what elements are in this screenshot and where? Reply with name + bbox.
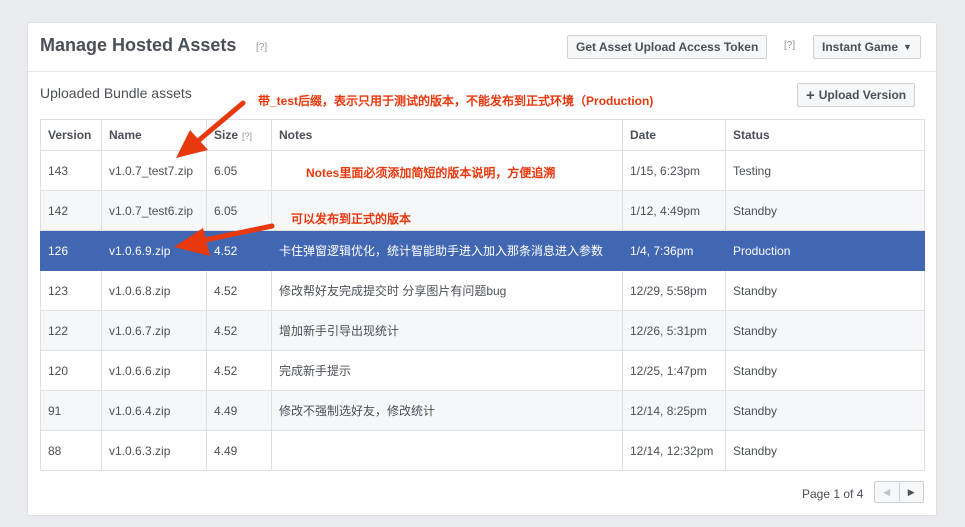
cell-size: 6.05: [206, 150, 272, 191]
column-version[interactable]: Version: [40, 119, 102, 151]
cell-size: 4.52: [206, 270, 272, 311]
section-title: Uploaded Bundle assets: [40, 85, 192, 101]
instant-game-label: Instant Game: [822, 40, 899, 54]
table-row-selected[interactable]: 126 v1.0.6.9.zip 4.52 卡住弹窗逻辑优化，统计智能助手进入加…: [40, 230, 925, 271]
cell-name: v1.0.6.8.zip: [101, 270, 207, 311]
cell-status: Standby: [725, 310, 925, 351]
table-header-row: Version Name Size [?] Notes Date Status: [40, 119, 925, 151]
cell-version: 88: [40, 430, 102, 471]
cell-status: Production: [725, 230, 925, 271]
pagination-buttons: ◀ ▶: [874, 481, 924, 503]
column-name[interactable]: Name: [101, 119, 207, 151]
get-upload-token-button[interactable]: Get Asset Upload Access Token: [567, 35, 768, 59]
chevron-left-icon[interactable]: ◀: [875, 482, 900, 502]
cell-size: 4.49: [206, 430, 272, 471]
annotation-notes-required: Notes里面必须添加简短的版本说明，方便追溯: [306, 166, 556, 180]
cell-date: 1/15, 6:23pm: [622, 150, 726, 191]
token-help-link[interactable]: [?]: [784, 40, 795, 51]
chevron-right-icon[interactable]: ▶: [900, 482, 924, 502]
cell-status: Standby: [725, 430, 925, 471]
upload-version-label: Upload Version: [818, 88, 907, 102]
cell-name: v1.0.6.6.zip: [101, 350, 207, 391]
cell-notes: 增加新手引导出现统计: [271, 310, 623, 351]
cell-version: 91: [40, 390, 102, 431]
cell-date: 1/4, 7:36pm: [622, 230, 726, 271]
plus-icon: +: [806, 87, 815, 104]
cell-date: 12/29, 5:58pm: [622, 270, 726, 311]
cell-name: v1.0.7_test6.zip: [101, 190, 207, 231]
table-row[interactable]: 120 v1.0.6.6.zip 4.52 完成新手提示 12/25, 1:47…: [40, 350, 925, 391]
cell-status: Standby: [725, 350, 925, 391]
cell-version: 120: [40, 350, 102, 391]
cell-size: 6.05: [206, 190, 272, 231]
cell-date: 12/25, 1:47pm: [622, 350, 726, 391]
cell-date: 12/26, 5:31pm: [622, 310, 726, 351]
table-row[interactable]: 123 v1.0.6.8.zip 4.52 修改帮好友完成提交时 分享图片有问题…: [40, 270, 925, 311]
cell-name: v1.0.6.4.zip: [101, 390, 207, 431]
column-status[interactable]: Status: [725, 119, 925, 151]
cell-name: v1.0.6.9.zip: [101, 230, 207, 271]
pagination-label: Page 1 of 4: [802, 487, 864, 501]
cell-version: 143: [40, 150, 102, 191]
cell-date: 1/12, 4:49pm: [622, 190, 726, 231]
table-row[interactable]: 91 v1.0.6.4.zip 4.49 修改不强制选好友，修改统计 12/14…: [40, 390, 925, 431]
cell-version: 122: [40, 310, 102, 351]
cell-notes: 修改帮好友完成提交时 分享图片有问题bug: [271, 270, 623, 311]
annotation-test-suffix: 带_test后缀，表示只用于测试的版本，不能发布到正式环境（Production…: [258, 94, 654, 108]
cell-size: 4.52: [206, 310, 272, 351]
table-row[interactable]: 122 v1.0.6.7.zip 4.52 增加新手引导出现统计 12/26, …: [40, 310, 925, 351]
cell-status: Testing: [725, 150, 925, 191]
column-date[interactable]: Date: [622, 119, 726, 151]
cell-date: 12/14, 8:25pm: [622, 390, 726, 431]
cell-notes: 修改不强制选好友，修改统计: [271, 390, 623, 431]
title-help-link[interactable]: [?]: [256, 42, 267, 53]
cell-name: v1.0.6.7.zip: [101, 310, 207, 351]
cell-version: 142: [40, 190, 102, 231]
table-row[interactable]: 88 v1.0.6.3.zip 4.49 12/14, 12:32pm Stan…: [40, 430, 925, 471]
size-help-link[interactable]: [?]: [242, 131, 252, 141]
cell-status: Standby: [725, 270, 925, 311]
cell-status: Standby: [725, 190, 925, 231]
table-row[interactable]: 142 v1.0.7_test6.zip 6.05 1/12, 4:49pm S…: [40, 190, 925, 231]
caret-down-icon: ▼: [903, 42, 912, 52]
cell-version: 126: [40, 230, 102, 271]
column-size[interactable]: Size [?]: [206, 119, 272, 151]
cell-size: 4.52: [206, 350, 272, 391]
instant-game-dropdown[interactable]: Instant Game ▼: [813, 35, 921, 59]
panel-header: Manage Hosted Assets [?] Get Asset Uploa…: [28, 23, 936, 72]
column-notes[interactable]: Notes: [271, 119, 623, 151]
annotation-publishable: 可以发布到正式的版本: [291, 212, 412, 226]
page-title: Manage Hosted Assets: [40, 35, 237, 55]
upload-version-button[interactable]: + Upload Version: [797, 83, 916, 107]
cell-size: 4.49: [206, 390, 272, 431]
cell-notes: 完成新手提示: [271, 350, 623, 391]
cell-date: 12/14, 12:32pm: [622, 430, 726, 471]
cell-name: v1.0.7_test7.zip: [101, 150, 207, 191]
cell-notes: 卡住弹窗逻辑优化，统计智能助手进入加入那条消息进入参数: [271, 230, 623, 271]
cell-name: v1.0.6.3.zip: [101, 430, 207, 471]
cell-version: 123: [40, 270, 102, 311]
cell-notes: [271, 430, 623, 471]
cell-size: 4.52: [206, 230, 272, 271]
column-size-label: Size: [214, 128, 239, 142]
cell-status: Standby: [725, 390, 925, 431]
